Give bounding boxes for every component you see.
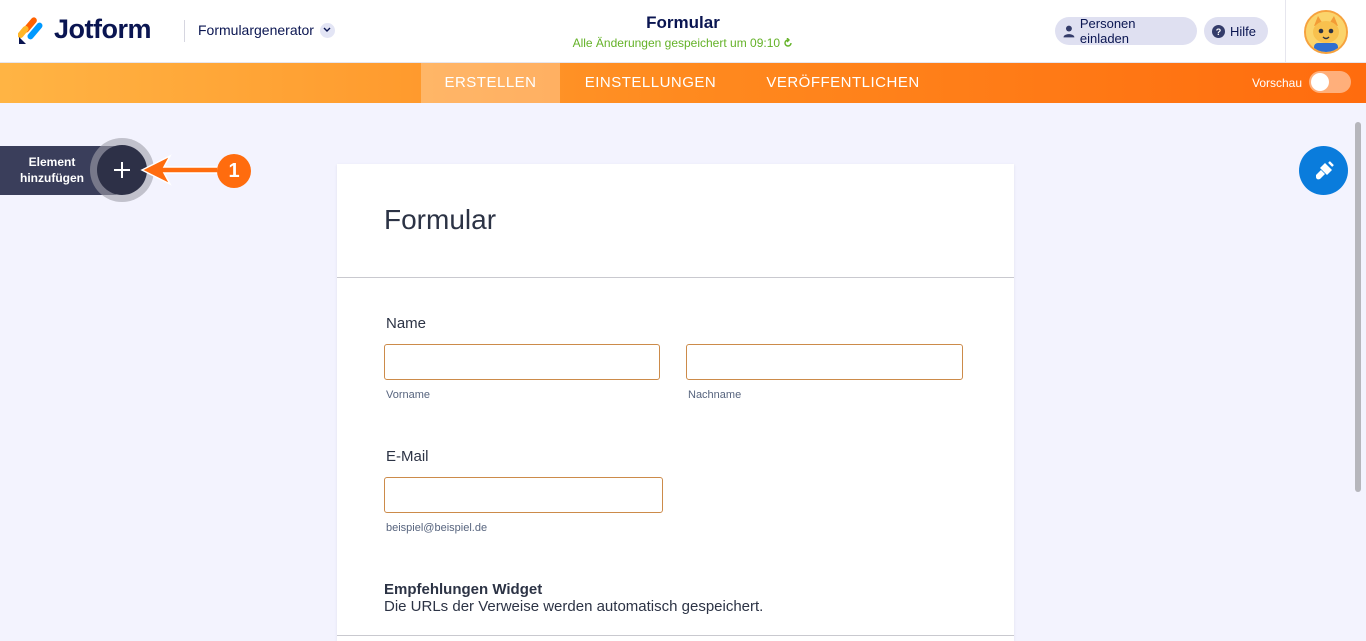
save-status-text: Alle Änderungen gespeichert um 09:10: [572, 36, 781, 50]
form-designer-button[interactable]: [1299, 146, 1348, 195]
scrollbar-thumb[interactable]: [1355, 122, 1361, 492]
header-divider-right: [1285, 0, 1286, 63]
help-button[interactable]: ? Hilfe: [1204, 17, 1268, 45]
header-divider: [184, 20, 185, 42]
chevron-down-icon: [319, 22, 335, 38]
save-status: Alle Änderungen gespeichert um 09:10: [483, 36, 883, 50]
jotform-logo[interactable]: Jotform: [18, 14, 152, 45]
preview-toggle-knob: [1311, 73, 1329, 91]
svg-text:?: ?: [1216, 27, 1222, 37]
jotform-logo-icon: [18, 16, 43, 44]
user-icon: [1063, 25, 1075, 37]
tab-create[interactable]: ERSTELLEN: [421, 63, 560, 103]
cat-avatar-icon: [1306, 12, 1346, 52]
preview-label: Vorschau: [1252, 76, 1303, 90]
generator-label: Formulargenerator: [198, 22, 314, 38]
heading-divider: [337, 277, 1014, 278]
first-name-sublabel: Vorname: [386, 389, 431, 401]
form-title-area: Formular Alle Änderungen gespeichert um …: [483, 13, 883, 50]
tab-settings[interactable]: EINSTELLUNGEN: [560, 63, 741, 103]
builder-nav-bar: ERSTELLEN EINSTELLUNGEN VERÖFFENTLICHEN …: [0, 63, 1366, 103]
email-sublabel: beispiel@beispiel.de: [386, 522, 488, 534]
tab-publish[interactable]: VERÖFFENTLICHEN: [741, 63, 945, 103]
form-title[interactable]: Formular: [483, 13, 883, 33]
add-element-label: Element hinzufügen: [20, 155, 84, 185]
brand-name: Jotform: [54, 14, 152, 44]
top-header: Jotform Formulargenerator Formular Alle …: [0, 0, 1366, 63]
widget-divider: [337, 635, 1014, 636]
arrow-left-icon: [140, 154, 219, 186]
invite-label: Personen einladen: [1079, 16, 1136, 46]
widget-title[interactable]: Empfehlungen Widget: [384, 581, 542, 598]
plus-icon: [114, 162, 130, 178]
email-label[interactable]: E-Mail: [386, 448, 429, 465]
first-name-input[interactable]: [384, 344, 660, 380]
generator-dropdown[interactable]: Formulargenerator: [198, 22, 335, 38]
invite-people-button[interactable]: Personen einladen: [1055, 16, 1197, 46]
name-label[interactable]: Name: [386, 315, 426, 332]
paint-brush-icon: [1315, 160, 1334, 179]
last-name-sublabel: Nachname: [688, 389, 742, 401]
email-input[interactable]: [384, 477, 663, 513]
refresh-icon[interactable]: [783, 37, 793, 48]
step-badge: 1: [217, 154, 251, 188]
help-circle-icon: ?: [1212, 24, 1225, 38]
user-avatar[interactable]: [1304, 10, 1348, 54]
widget-description: Die URLs der Verweise werden automatisch…: [384, 598, 764, 615]
form-heading[interactable]: Formular: [384, 204, 496, 236]
last-name-input[interactable]: [686, 344, 963, 380]
help-label: Hilfe: [1230, 23, 1257, 39]
preview-toggle[interactable]: [1309, 71, 1351, 93]
form-canvas: Formular Name Vorname Nachname E-Mail be…: [337, 164, 1014, 641]
